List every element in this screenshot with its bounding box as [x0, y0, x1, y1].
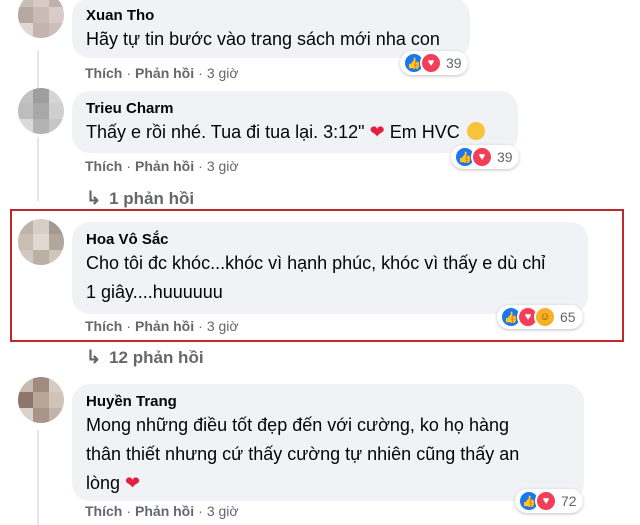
comment-bubble: Xuan Tho Hãy tự tin bước vào trang sách …: [72, 0, 470, 58]
comment-text-line: 1 giây....huuuuuu: [86, 282, 223, 302]
smile-emoji-icon: [466, 122, 485, 140]
reaction-count: 39: [446, 55, 462, 71]
reaction-count: 65: [560, 309, 576, 325]
heart-emoji-icon: ❤: [125, 473, 141, 493]
comment-text-line: Cho tôi đc khóc...khóc vì hạnh phúc, khó…: [86, 253, 546, 273]
reply-button[interactable]: Phản hồi: [135, 318, 194, 334]
comment-text: Thấy e rồi nhé. Tua đi tua lại. 3:12" ❤ …: [86, 118, 504, 147]
reaction-count: 39: [497, 149, 513, 165]
view-replies-link[interactable]: ↳ 12 phản hồi: [86, 347, 204, 368]
comment-bubble: Huyền Trang Mong những điều tốt đẹp đến …: [72, 384, 584, 501]
love-icon: ♥: [471, 146, 493, 168]
reply-arrow-icon: ↳: [86, 347, 102, 367]
comment-author[interactable]: Trieu Charm: [86, 99, 504, 118]
comment-bubble: Hoa Vô Sắc Cho tôi đc khóc...khóc vì hạn…: [72, 222, 588, 314]
comment-text-line: Mong những điều tốt đẹp đến với cường, k…: [86, 415, 509, 435]
thread-line: [37, 137, 39, 201]
reaction-summary[interactable]: 👍 ♥ 39: [400, 51, 468, 75]
comment-text: Hãy tự tin bước vào trang sách mới nha c…: [86, 29, 440, 49]
comment-time[interactable]: 3 giờ: [207, 503, 239, 519]
comment-time[interactable]: 3 giờ: [207, 65, 239, 81]
reply-arrow-icon: ↳: [86, 188, 102, 208]
like-button[interactable]: Thích: [85, 503, 122, 519]
avatar[interactable]: [18, 0, 64, 38]
comment-text-line: thân thiết nhưng cứ thấy cường tự nhiên …: [86, 444, 520, 464]
reaction-summary[interactable]: 👍 ♥ 39: [451, 145, 519, 169]
comment-actions: Thích · Phản hồi · 3 giờ: [85, 318, 239, 334]
like-button[interactable]: Thích: [85, 65, 122, 81]
comment-actions: Thích · Phản hồi · 3 giờ: [85, 158, 239, 174]
comment-time[interactable]: 3 giờ: [207, 158, 239, 174]
comment-bubble: Trieu Charm Thấy e rồi nhé. Tua đi tua l…: [72, 91, 518, 153]
thread-line: [37, 430, 39, 525]
comment-time[interactable]: 3 giờ: [207, 318, 239, 334]
comment-author[interactable]: Hoa Vô Sắc: [86, 230, 574, 249]
view-replies-link[interactable]: ↳ 1 phản hồi: [86, 188, 194, 209]
comment-actions: Thích · Phản hồi · 3 giờ: [85, 503, 239, 519]
reply-button[interactable]: Phản hồi: [135, 503, 194, 519]
love-icon: ♥: [420, 52, 442, 74]
reply-button[interactable]: Phản hồi: [135, 65, 194, 81]
heart-emoji-icon: ❤: [369, 122, 385, 142]
thread-line: [37, 50, 39, 90]
reaction-summary[interactable]: 👍 ♥ ☺ 65: [497, 305, 583, 329]
like-button[interactable]: Thích: [85, 158, 122, 174]
love-icon: ♥: [535, 490, 557, 512]
like-button[interactable]: Thích: [85, 318, 122, 334]
care-icon: ☺: [534, 306, 556, 328]
reply-button[interactable]: Phản hồi: [135, 158, 194, 174]
comment-author[interactable]: Xuan Tho: [86, 6, 456, 25]
comment-text-line: lòng ❤: [86, 473, 141, 493]
avatar[interactable]: [18, 88, 64, 134]
comment-author[interactable]: Huyền Trang: [86, 392, 570, 411]
reaction-summary[interactable]: 👍 ♥ 72: [515, 489, 583, 513]
avatar[interactable]: [18, 219, 64, 265]
comment-actions: Thích · Phản hồi · 3 giờ: [85, 65, 239, 81]
avatar[interactable]: [18, 377, 64, 423]
reaction-count: 72: [561, 493, 577, 509]
